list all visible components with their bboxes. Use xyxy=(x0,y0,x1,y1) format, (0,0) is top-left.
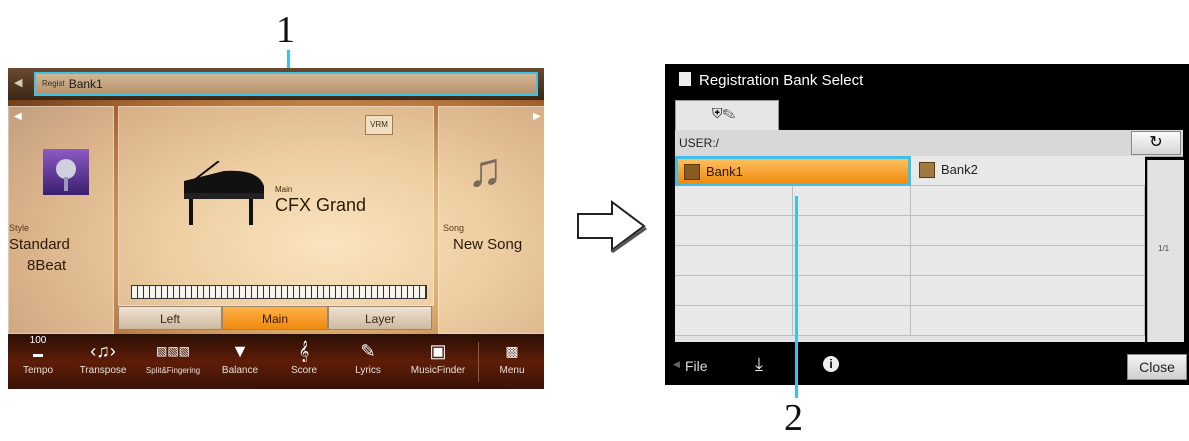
nav-transpose[interactable]: ‹♫› Transpose xyxy=(68,334,138,389)
page-indicator-column[interactable]: 1/1 xyxy=(1147,160,1184,342)
footer-bar: ◀ File ⤓ i Close xyxy=(665,350,1189,385)
grid-cell xyxy=(675,276,793,306)
grid-cell xyxy=(911,216,1145,246)
style-label: Style xyxy=(9,223,30,233)
nav-divider xyxy=(478,342,479,382)
file-item-bank2-label: Bank2 xyxy=(941,162,978,177)
part-main-button[interactable]: Main xyxy=(222,306,328,330)
nav-lyrics-label: Lyrics xyxy=(355,365,381,376)
main-voice-panel[interactable]: VRM Main CFX Grand xyxy=(118,106,434,306)
grid-cell xyxy=(793,186,911,216)
file-item-bank1-label: Bank1 xyxy=(706,164,743,179)
sound-icon[interactable]: ◀ xyxy=(14,76,22,89)
microphone-icon xyxy=(56,159,76,191)
style-panel[interactable]: ◀ Style Standard 8Beat xyxy=(8,106,114,334)
grid-cell xyxy=(911,276,1145,306)
callout-line-2 xyxy=(795,196,798,398)
return-arrow-icon: ↻ xyxy=(1149,134,1163,151)
screen-title: Registration Bank Select xyxy=(699,72,864,89)
info-icon[interactable]: i xyxy=(823,356,839,372)
nav-score-label: Score xyxy=(290,365,318,376)
file-arrow-icon: ◀ xyxy=(673,359,680,369)
path-text: USER:/ xyxy=(679,136,720,150)
path-bar: USER:/ ↻ xyxy=(675,130,1183,157)
grid-cell xyxy=(675,246,793,276)
file-button[interactable]: File xyxy=(685,358,708,374)
lyrics-icon: ✎ xyxy=(360,341,376,361)
grid-cell xyxy=(911,246,1145,276)
grid-cell xyxy=(675,186,793,216)
nav-musicfinder[interactable]: ▣ MusicFinder xyxy=(400,334,476,389)
registration-bar: ◀ Regist Bank1 xyxy=(8,68,544,100)
file-item-bank1[interactable]: Bank1 xyxy=(675,156,911,186)
nav-tempo[interactable]: 100 ▬ Tempo xyxy=(8,334,68,389)
grid-cell xyxy=(793,216,911,246)
bank-file-icon xyxy=(919,162,935,178)
grid-cell xyxy=(793,306,911,336)
balance-icon: ▼ xyxy=(231,341,249,361)
nav-score[interactable]: 𝄞 Score xyxy=(272,334,336,389)
nav-balance-label: Balance xyxy=(221,365,259,376)
style-name-line1: Standard xyxy=(9,236,70,253)
tab-user[interactable]: ⛨✎ xyxy=(675,100,779,130)
keyboard-graphic xyxy=(131,285,427,299)
callout-number-2: 2 xyxy=(784,397,803,439)
main-voice-label: Main xyxy=(275,185,293,194)
style-name-line2: 8Beat xyxy=(27,257,67,274)
part-left-button[interactable]: Left xyxy=(118,306,222,330)
bank-title-icon xyxy=(679,72,691,86)
file-grid: Bank1 Bank2 xyxy=(675,156,1145,342)
save-icon[interactable]: ⤓ xyxy=(755,354,763,375)
tempo-value: 100 xyxy=(29,335,47,346)
nav-balance[interactable]: ▼ Balance xyxy=(208,334,272,389)
bank-file-icon xyxy=(684,164,700,180)
part-layer-button[interactable]: Layer xyxy=(328,306,432,330)
grid-cell xyxy=(793,276,911,306)
registration-bank-field[interactable]: Regist Bank1 xyxy=(34,72,538,96)
nav-menu-label: Menu xyxy=(499,365,525,376)
nav-split-fingering-label: Split&Fingering xyxy=(145,366,201,375)
grid-cell xyxy=(675,306,793,336)
music-note-icon: ♫ xyxy=(467,144,503,197)
nav-lyrics[interactable]: ✎ Lyrics xyxy=(336,334,400,389)
bottom-nav-bar: 100 ▬ Tempo ‹♫› Transpose ▧▧▧ Split&Finge… xyxy=(8,334,544,389)
right-arrow-icon[interactable]: ▶ xyxy=(533,111,541,122)
regist-small-label: Regist xyxy=(42,79,65,88)
nav-transpose-label: Transpose xyxy=(79,365,127,376)
grid-cell xyxy=(675,216,793,246)
nav-musicfinder-label: MusicFinder xyxy=(410,365,466,376)
page-indicator: 1/1 xyxy=(1158,244,1170,253)
music-finder-icon: ▣ xyxy=(429,341,447,361)
transpose-icon: ‹♫› xyxy=(90,341,116,361)
tempo-icon: 100 ▬ xyxy=(29,335,47,360)
nav-tempo-label: Tempo xyxy=(22,365,53,376)
regist-bank-name: Bank1 xyxy=(68,77,103,91)
grid-cell xyxy=(793,246,911,276)
song-name: New Song xyxy=(453,236,523,253)
callout-number-1: 1 xyxy=(276,9,295,51)
left-arrow-icon[interactable]: ◀ xyxy=(14,111,22,122)
nav-split-fingering[interactable]: ▧▧▧ Split&Fingering xyxy=(138,334,208,389)
folder-up-button[interactable]: ↻ xyxy=(1131,131,1181,155)
grid-cell xyxy=(911,306,1145,336)
grand-piano-icon xyxy=(184,161,264,225)
main-screen: ◀ Regist Bank1 ◀ Style Standard 8Beat VRM… xyxy=(8,68,544,389)
vrm-badge[interactable]: VRM xyxy=(365,115,393,135)
close-button[interactable]: Close xyxy=(1127,354,1187,380)
registration-bank-select-screen: Registration Bank Select ⛨✎ USER:/ ↻ Ban… xyxy=(665,64,1189,385)
nav-menu[interactable]: ▩ Menu xyxy=(480,334,544,389)
file-item-bank2[interactable]: Bank2 xyxy=(911,156,1145,186)
song-panel[interactable]: ▶ ♫ Song New Song xyxy=(438,106,544,334)
treble-clef-icon: 𝄞 xyxy=(298,341,310,361)
main-voice-name: CFX Grand xyxy=(275,195,367,215)
menu-grid-icon: ▩ xyxy=(505,343,519,359)
split-fingering-icon: ▧▧▧ xyxy=(155,344,190,358)
grid-cell xyxy=(911,186,1145,216)
callout-line-1 xyxy=(287,50,290,70)
transition-arrow-icon xyxy=(577,200,647,254)
style-thumbnail xyxy=(43,149,89,195)
song-label: Song xyxy=(443,223,465,233)
user-edit-icon: ⛨✎ xyxy=(712,105,736,121)
